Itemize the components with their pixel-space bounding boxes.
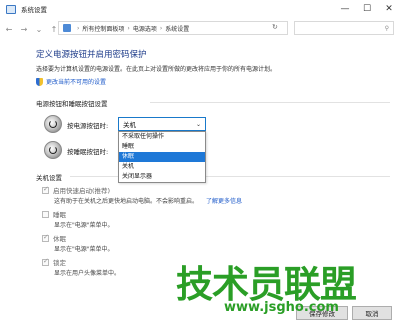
sleep-checkbox[interactable]: 睡眠 [42,209,66,219]
watermark-url: www.jsgho.com [224,300,339,315]
power-button-label: 按电源按钮时: [67,122,109,130]
buttons-section-title: 电源按钮和睡眠按钮设置 [36,100,108,108]
cancel-button[interactable]: 取消 [352,306,392,320]
search-input[interactable]: ⚲ [294,21,394,35]
checkbox-icon[interactable] [42,257,49,266]
shield-icon [36,77,43,86]
forward-button[interactable]: → [18,22,30,36]
sleep-button-label: 按睡眠按钮时: [67,148,109,156]
address-bar[interactable]: › 所有控制面板项 › 电源选项 › 系统设置 [58,21,288,35]
change-settings-link[interactable]: 更改当前不可用的设置 [36,77,106,86]
title-bar: 系统设置 — ☐ ✕ [0,0,400,18]
search-icon[interactable]: ⚲ [385,25,389,32]
window-title: 系统设置 [21,6,47,14]
breadcrumb-item[interactable]: 所有控制面板项 [82,24,124,33]
checkbox-icon[interactable] [42,210,49,218]
window-controls: — ☐ ✕ [334,0,400,18]
power-button-action-select[interactable]: 关机 ⌄ [118,117,206,131]
shutdown-section-title: 关机设置 [36,174,62,182]
fast-startup-description: 这有助于在关机之后更快地启动电脑。不会影响重启。 了解更多信息 [54,198,242,205]
navigation-bar: ← → ⌄ ↑ › 所有控制面板项 › 电源选项 › 系统设置 ↻ ⚲ [0,20,400,38]
sleep-description: 显示在"电源"菜单中。 [54,222,114,229]
lock-checkbox[interactable]: 锁定 [42,257,66,267]
dropdown-option[interactable]: 不采取任何操作 [119,132,205,142]
hibernate-checkbox[interactable]: 休眠 [42,233,66,243]
maximize-button[interactable]: ☐ [356,0,378,18]
breadcrumb-item[interactable]: 系统设置 [165,24,189,33]
power-button-icon [44,115,62,133]
recent-locations-button[interactable]: ⌄ [33,22,45,36]
back-button[interactable]: ← [3,22,15,36]
checkbox-icon[interactable] [42,185,49,194]
learn-more-link[interactable]: 了解更多信息 [206,198,242,205]
fast-startup-checkbox[interactable]: 启用快速启动(推荐) [42,185,110,195]
lock-description: 显示在用户头像菜单中。 [54,270,121,277]
dropdown-option[interactable]: 睡眠 [119,142,205,152]
dropdown-option[interactable]: 关闭显示器 [119,172,205,182]
power-action-dropdown-list: 不采取任何操作 睡眠 休眠 关机 关闭显示器 [118,131,206,183]
checkbox-icon[interactable] [42,233,49,242]
sleep-button-icon [44,141,62,159]
page-title: 定义电源按钮并启用密码保护 [36,50,147,60]
hibernate-description: 显示在"电源"菜单中。 [54,246,114,253]
dropdown-option[interactable]: 关机 [119,162,205,172]
refresh-icon[interactable]: ↻ [272,23,278,31]
close-button[interactable]: ✕ [378,0,400,18]
chevron-down-icon: ⌄ [195,120,201,128]
divider [150,102,390,103]
minimize-button[interactable]: — [334,0,356,18]
breadcrumb-item[interactable]: 电源选项 [133,24,157,33]
control-panel-icon [63,24,71,32]
system-settings-icon [6,4,16,14]
page-description: 选择要为计算机设置的电源设置。在此页上对设置所做的更改将应用于你的所有电源计划。 [36,66,277,73]
dropdown-option-selected[interactable]: 休眠 [119,152,205,162]
